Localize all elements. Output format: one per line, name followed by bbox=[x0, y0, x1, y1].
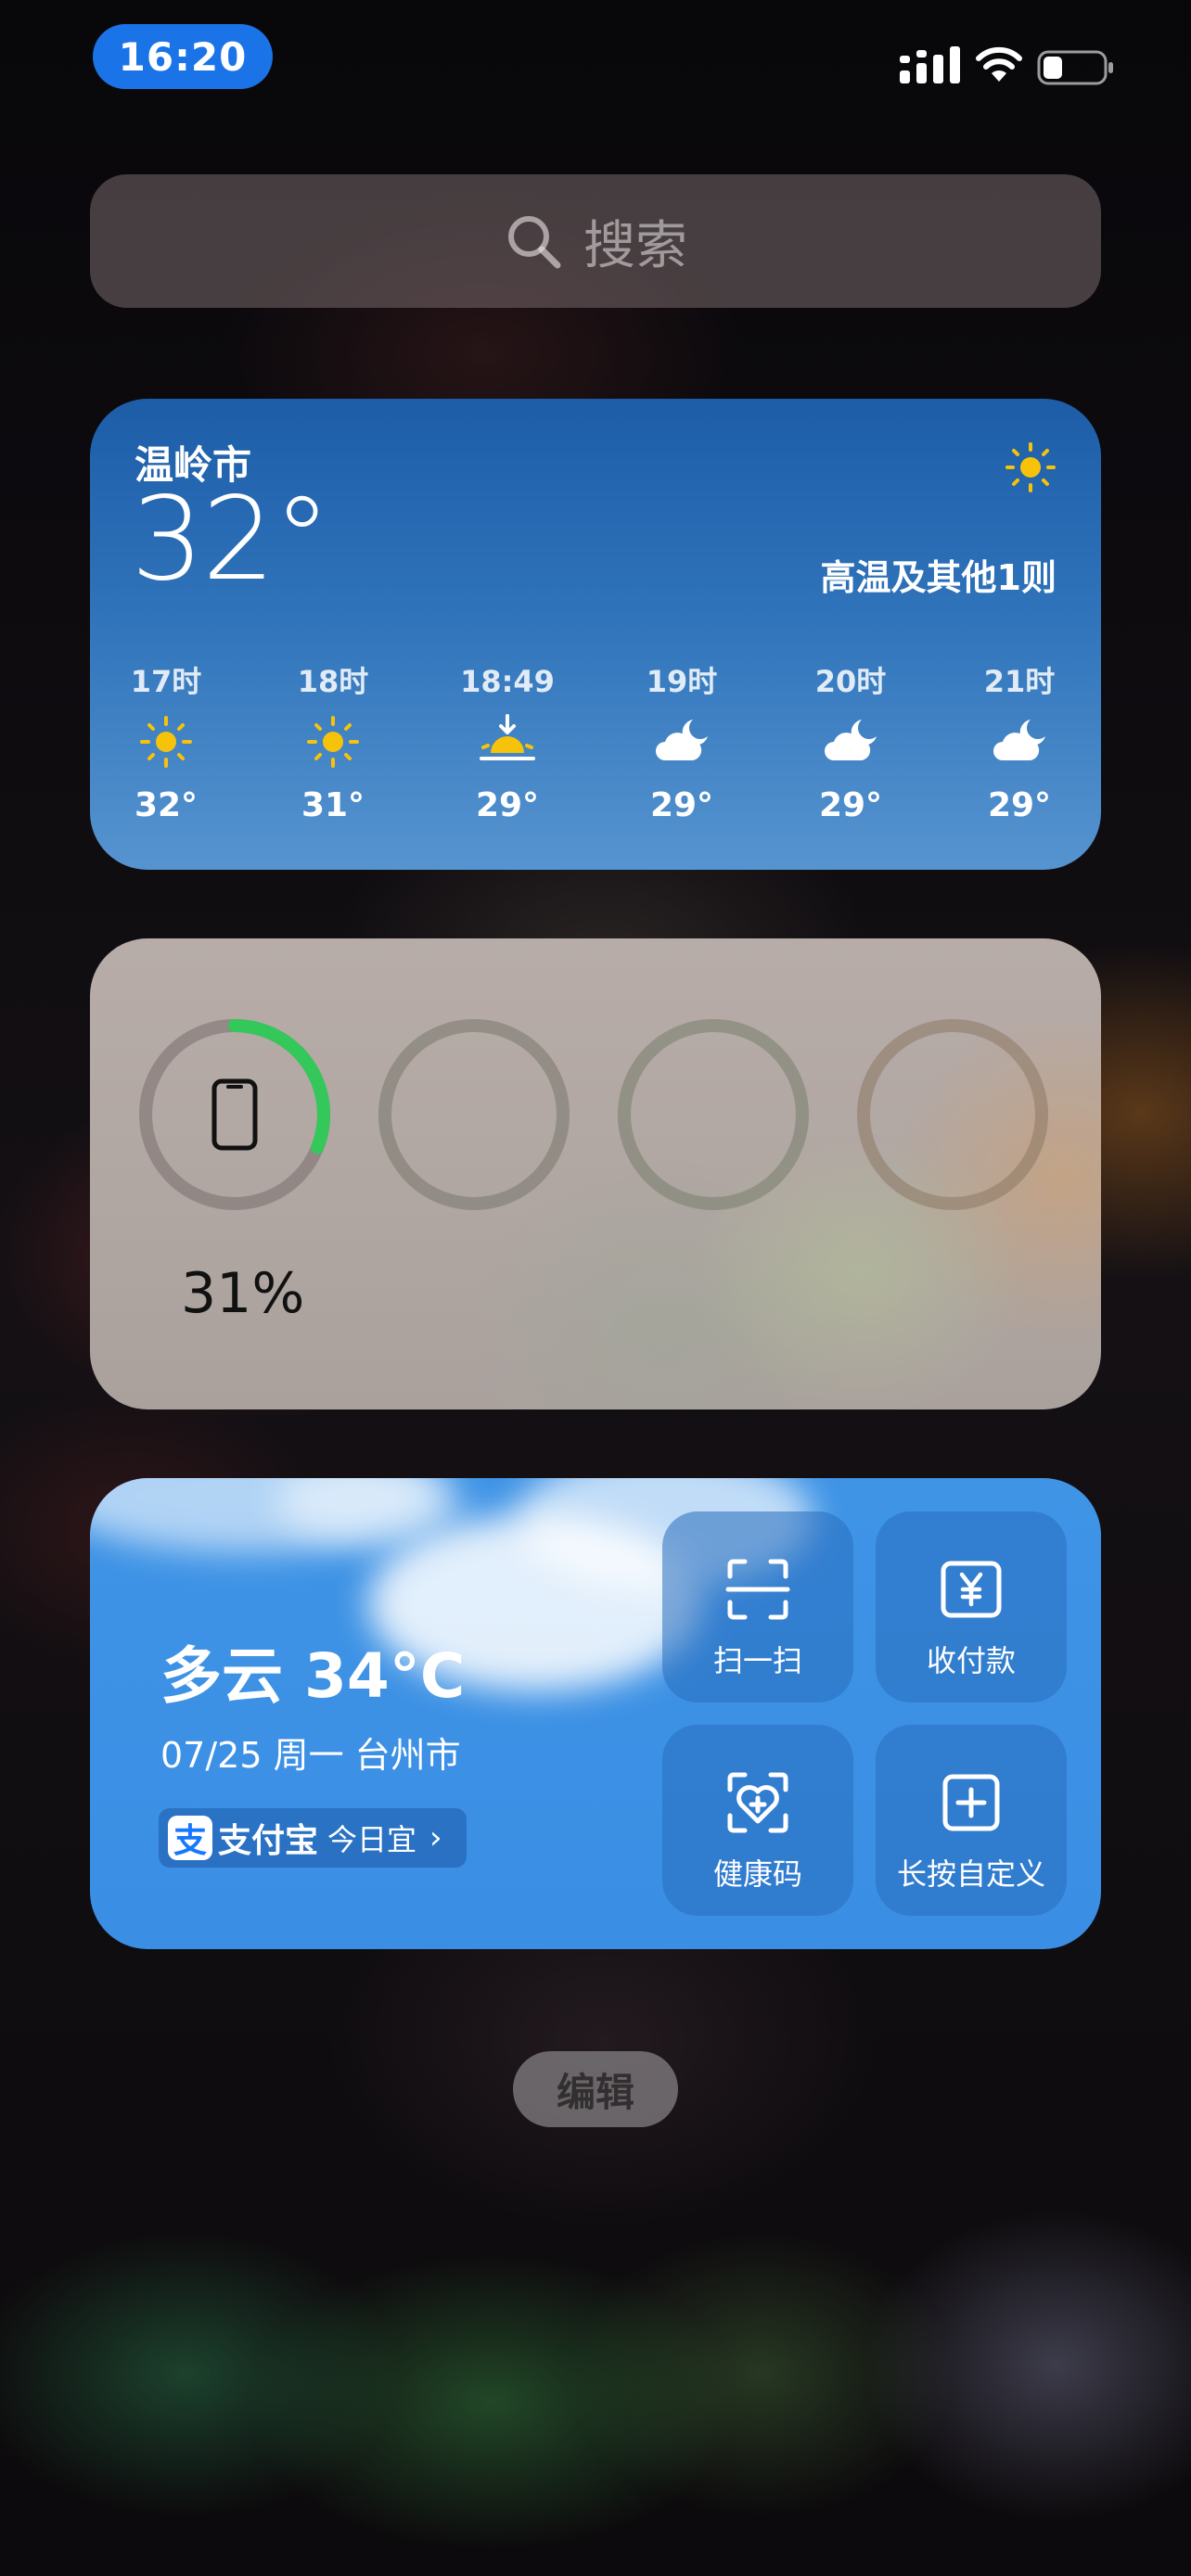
forecast-time: 21时 bbox=[983, 664, 1056, 699]
cloud-moon-icon bbox=[993, 720, 1045, 760]
edit-button[interactable]: 编辑 bbox=[513, 2051, 678, 2127]
status-bar: 16:20 bbox=[0, 0, 1191, 121]
weather-current-temp: 32° bbox=[131, 473, 331, 606]
forecast-temp: 29° bbox=[475, 786, 540, 824]
scan-icon bbox=[725, 1559, 790, 1620]
search-bar[interactable]: 搜索 bbox=[90, 174, 1101, 308]
scan-label: 扫一扫 bbox=[712, 1643, 802, 1678]
health-code-button[interactable]: 健康码 bbox=[662, 1725, 853, 1916]
alipay-today-link[interactable]: 支 支付宝 今日宜 › bbox=[159, 1808, 467, 1868]
alipay-logo-icon: 支 bbox=[168, 1816, 212, 1860]
forecast-temp: 32° bbox=[134, 786, 198, 824]
payment-icon bbox=[941, 1561, 1002, 1618]
battery-icon bbox=[1037, 50, 1113, 85]
battery-ring-phone bbox=[139, 1019, 330, 1210]
alipay-brand: 支付宝 bbox=[218, 1822, 319, 1860]
weather-alert: 高温及其他1则 bbox=[820, 557, 1057, 598]
scan-button[interactable]: 扫一扫 bbox=[662, 1511, 853, 1702]
alipay-weather: 多云 34°C bbox=[160, 1640, 466, 1712]
payment-label: 收付款 bbox=[926, 1643, 1016, 1678]
forecast-hour: 19时 29° bbox=[608, 658, 756, 833]
cloud-moon-icon bbox=[656, 720, 708, 760]
iphone-icon bbox=[211, 1078, 258, 1151]
add-icon bbox=[942, 1774, 1000, 1831]
search-icon bbox=[508, 216, 561, 269]
forecast-temp: 29° bbox=[987, 786, 1052, 824]
battery-ring-empty bbox=[378, 1019, 570, 1210]
cellular-signal-icon bbox=[900, 46, 960, 83]
battery-ring-empty bbox=[857, 1019, 1048, 1210]
customize-label: 长按自定义 bbox=[896, 1856, 1045, 1892]
forecast-time: 17时 bbox=[130, 664, 202, 699]
forecast-temp: 29° bbox=[649, 786, 714, 824]
payment-button[interactable]: 收付款 bbox=[876, 1511, 1067, 1702]
customize-button[interactable]: 长按自定义 bbox=[876, 1725, 1067, 1916]
forecast-temp: 31° bbox=[301, 786, 365, 824]
wifi-icon bbox=[976, 46, 1022, 82]
alipay-widget[interactable]: 多云 34°C 07/25 周一 台州市 支 支付宝 今日宜 › 扫一扫 收付款 bbox=[90, 1478, 1101, 1949]
health-code-label: 健康码 bbox=[712, 1856, 802, 1892]
alipay-tag: 今日宜 bbox=[327, 1822, 417, 1857]
forecast-hour: 20时 29° bbox=[776, 658, 925, 833]
search-placeholder: 搜索 bbox=[583, 215, 687, 276]
hourly-forecast: 17时 32° 18时 31° 18:49 29° 19时 29° 20时 29… bbox=[90, 658, 1101, 844]
forecast-temp: 29° bbox=[818, 786, 883, 824]
alipay-date: 07/25 周一 台州市 bbox=[160, 1735, 461, 1776]
sun-icon bbox=[140, 716, 192, 768]
forecast-hour: 21时 29° bbox=[945, 658, 1094, 833]
sun-icon bbox=[1005, 442, 1056, 492]
forecast-time: 20时 bbox=[814, 664, 887, 699]
cloud-moon-icon bbox=[825, 720, 877, 760]
weather-widget[interactable]: 温岭市 32° 高温及其他1则 17时 32° 18时 31° 18:49 29… bbox=[90, 399, 1101, 870]
battery-ring-empty bbox=[618, 1019, 809, 1210]
chevron-right-icon: › bbox=[429, 1819, 442, 1856]
forecast-hour: 17时 32° bbox=[92, 658, 240, 833]
sunset-icon bbox=[480, 714, 535, 760]
status-time[interactable]: 16:20 bbox=[93, 24, 273, 89]
forecast-time: 19时 bbox=[646, 664, 718, 699]
forecast-time: 18时 bbox=[297, 664, 369, 699]
forecast-time: 18:49 bbox=[460, 664, 555, 699]
batteries-widget[interactable]: 31% bbox=[90, 938, 1101, 1409]
sun-icon bbox=[307, 716, 359, 768]
health-code-icon bbox=[727, 1772, 788, 1833]
forecast-hour: 18时 31° bbox=[259, 658, 407, 833]
forecast-hour: 18:49 29° bbox=[433, 658, 582, 833]
battery-percent: 31% bbox=[181, 1261, 305, 1326]
